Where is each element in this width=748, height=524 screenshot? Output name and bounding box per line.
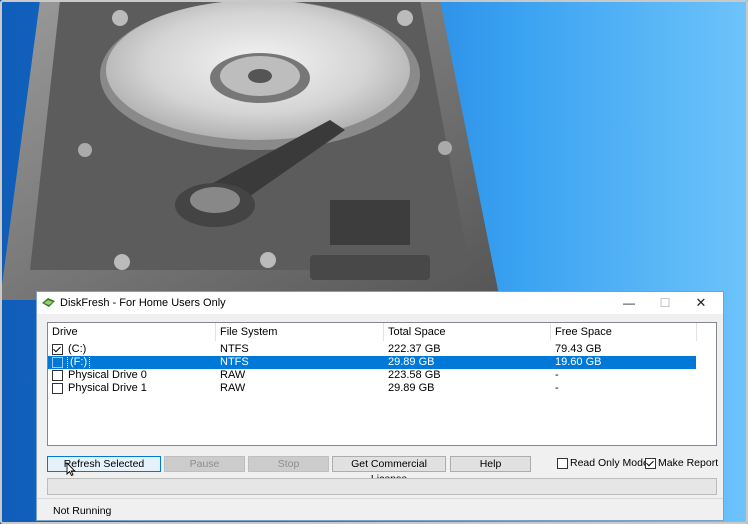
- screenshot-border: [0, 0, 748, 524]
